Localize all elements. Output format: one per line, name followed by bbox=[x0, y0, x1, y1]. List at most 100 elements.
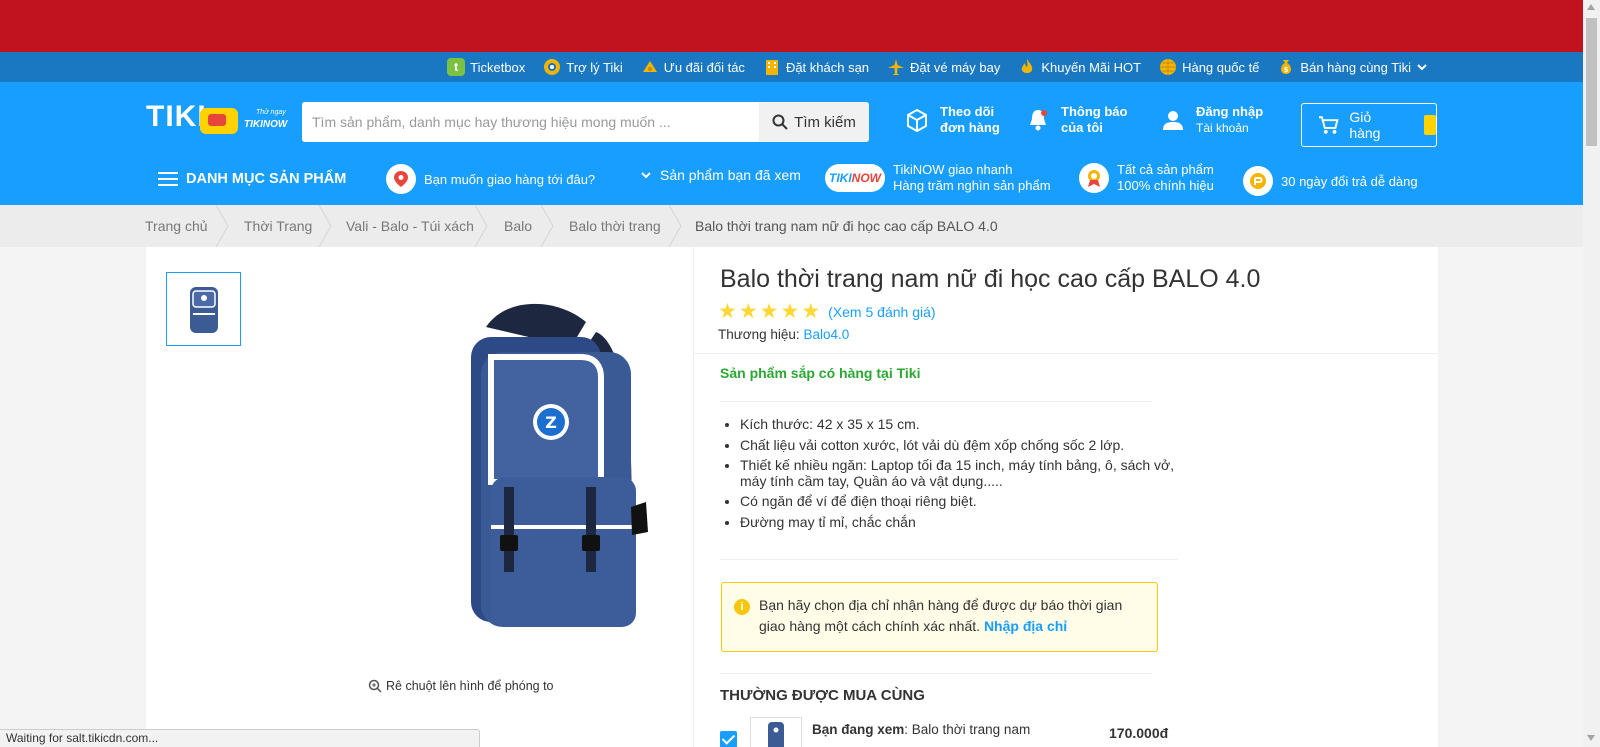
star-icon: ★ bbox=[738, 300, 758, 323]
top-link-assistant[interactable]: Trợ lý Tiki bbox=[543, 58, 623, 76]
tikinow-logo[interactable]: Thử ngay TIKINOW bbox=[200, 104, 290, 136]
top-link-label: Ưu đãi đối tác bbox=[663, 59, 745, 75]
return-policy-info[interactable]: 30 ngày đổi trả dễ dàng bbox=[1243, 166, 1418, 196]
login-line1: Đăng nhập bbox=[1196, 104, 1264, 119]
svg-text:$: $ bbox=[1284, 66, 1289, 74]
partner-offer-icon bbox=[641, 58, 659, 76]
airplane-icon bbox=[887, 58, 905, 76]
viewed-products-dropdown[interactable]: Sản phẩm bạn đã xem bbox=[640, 167, 801, 183]
ticketbox-icon: t bbox=[447, 58, 466, 76]
zoom-hint-text: Rê chuột lên hình để phóng to bbox=[386, 679, 554, 693]
divider bbox=[720, 673, 1152, 674]
tikinow-line2: Hàng trăm nghìn sản phẩm bbox=[893, 178, 1051, 193]
feature-item: Thiết kế nhiều ngăn: Laptop tối đa 15 in… bbox=[740, 457, 1185, 489]
genuine-info[interactable]: Tất cả sản phẩm 100% chính hiệu bbox=[1079, 162, 1214, 194]
feature-item: Kích thước: 42 x 35 x 15 cm. bbox=[740, 416, 1185, 433]
notify-line1: Thông báo bbox=[1061, 104, 1128, 119]
tikinow-badge-icon: TIKI NOW bbox=[825, 164, 885, 192]
location-pin-icon bbox=[386, 164, 416, 194]
notifications-link[interactable]: Thông báo của tôi bbox=[1025, 104, 1127, 136]
enter-address-link[interactable]: Nhập địa chỉ bbox=[984, 618, 1067, 634]
stock-status: Sản phẩm sắp có hàng tại Tiki bbox=[720, 365, 921, 381]
breadcrumb-separator bbox=[318, 205, 332, 247]
scroll-up-arrow-icon[interactable] bbox=[1587, 4, 1595, 10]
cart-button[interactable]: Giỏ hàng bbox=[1301, 103, 1437, 147]
top-link-label: Đặt khách sạn bbox=[785, 59, 870, 75]
star-icon: ★ bbox=[718, 300, 737, 323]
item-checkbox[interactable] bbox=[720, 731, 737, 747]
sub-navigation: DANH MỤC SẢN PHẨM Bạn muốn giao hàng tới… bbox=[0, 158, 1583, 205]
divider bbox=[693, 247, 694, 747]
star-icon: ★ bbox=[801, 300, 821, 323]
breadcrumb-item[interactable]: Thời Trang bbox=[244, 205, 312, 247]
zoom-icon bbox=[368, 679, 382, 693]
delivery-label: Bạn muốn giao hàng tới đâu? bbox=[424, 171, 596, 187]
top-link-label: Khuyến Mãi HOT bbox=[1041, 59, 1142, 75]
top-link-hotel[interactable]: Đặt khách sạn bbox=[763, 58, 869, 76]
breadcrumb-separator bbox=[668, 205, 682, 247]
product-thumbnail[interactable] bbox=[166, 272, 241, 346]
money-bag-icon: $ bbox=[1277, 58, 1295, 76]
reviews-link[interactable]: (Xem 5 đánh giá) bbox=[828, 304, 935, 320]
item-thumbnail[interactable] bbox=[750, 717, 802, 747]
cart-icon bbox=[1318, 116, 1339, 134]
brand-line: Thương hiệu: Balo4.0 bbox=[718, 327, 849, 342]
brand-link[interactable]: Balo4.0 bbox=[803, 327, 849, 342]
globe-icon bbox=[1159, 58, 1177, 76]
breadcrumb-item[interactable]: Vali - Balo - Túi xách bbox=[346, 205, 474, 247]
top-link-ticketbox[interactable]: t Ticketbox bbox=[447, 58, 525, 76]
breadcrumb-separator bbox=[215, 205, 229, 247]
login-line2: Tài khoản bbox=[1196, 121, 1249, 135]
breadcrumb-separator bbox=[474, 205, 488, 247]
item-description: Bạn đang xem: Balo thời trang nam bbox=[812, 722, 1030, 737]
feature-item: Đường may tỉ mỉ, chắc chắn bbox=[740, 514, 1185, 531]
info-icon: i bbox=[734, 599, 750, 615]
categories-menu[interactable]: DANH MỤC SẢN PHẨM bbox=[158, 168, 346, 190]
viewed-label: Sản phẩm bạn đã xem bbox=[660, 167, 801, 183]
chevron-down-icon bbox=[641, 172, 651, 179]
track-order-link[interactable]: Theo dõi đơn hàng bbox=[904, 104, 1000, 136]
search-button[interactable]: Tìm kiếm bbox=[759, 102, 869, 142]
zoom-hint: Rê chuột lên hình để phóng to bbox=[368, 679, 554, 693]
divider bbox=[694, 353, 1438, 354]
browser-status-bar: Waiting for salt.tikicdn.com... bbox=[0, 729, 480, 747]
cart-label: Giỏ hàng bbox=[1349, 109, 1381, 141]
breadcrumb-item[interactable]: Balo bbox=[504, 205, 532, 247]
notify-line2: của tôi bbox=[1061, 120, 1103, 135]
track-line1: Theo dõi bbox=[940, 104, 995, 119]
scroll-thumb[interactable] bbox=[1586, 18, 1597, 146]
item-name: : Balo thời trang nam bbox=[904, 722, 1031, 737]
genuine-line1: Tất cả sản phẩm bbox=[1117, 162, 1214, 177]
bought-together-title: THƯỜNG ĐƯỢC MUA CÙNG bbox=[720, 687, 925, 704]
top-link-international[interactable]: Hàng quốc tế bbox=[1159, 58, 1259, 76]
star-icon: ★ bbox=[759, 300, 779, 323]
track-line2: đơn hàng bbox=[940, 120, 1000, 135]
chevron-down-icon bbox=[1417, 64, 1427, 71]
cart-count-badge bbox=[1424, 115, 1436, 135]
top-link-flight[interactable]: Đặt vé máy bay bbox=[887, 58, 1000, 76]
search-input[interactable] bbox=[302, 102, 759, 142]
tiki-logo[interactable]: TIKI bbox=[146, 100, 207, 134]
login-link[interactable]: Đăng nhập Tài khoản bbox=[1160, 104, 1263, 136]
promo-banner[interactable] bbox=[0, 0, 1583, 52]
product-main-image[interactable]: Z bbox=[296, 277, 696, 667]
viewing-label: Bạn đang xem bbox=[812, 722, 905, 737]
breadcrumb-item[interactable]: Trang chủ bbox=[145, 205, 208, 247]
return-label: 30 ngày đổi trả dễ dàng bbox=[1281, 173, 1418, 189]
page-scrollbar[interactable] bbox=[1583, 0, 1600, 747]
tikinow-info[interactable]: TIKI NOW TikiNOW giao nhanh Hàng trăm nghì… bbox=[825, 162, 1051, 194]
scroll-down-arrow-icon[interactable] bbox=[1587, 735, 1595, 741]
package-icon bbox=[904, 107, 930, 133]
product-title: Balo thời trang nam nữ đi học cao cấp BA… bbox=[720, 265, 1261, 293]
search-button-label: Tìm kiếm bbox=[794, 113, 856, 131]
delivery-location-button[interactable]: Bạn muốn giao hàng tới đâu? bbox=[386, 164, 595, 194]
top-link-sell[interactable]: $ Bán hàng cùng Tiki bbox=[1277, 58, 1428, 76]
top-link-partner-offer[interactable]: Ưu đãi đối tác bbox=[641, 58, 745, 76]
breadcrumb-item[interactable]: Balo thời trang bbox=[569, 205, 661, 247]
return-box-icon bbox=[1243, 166, 1273, 196]
top-link-label: Ticketbox bbox=[470, 59, 526, 75]
top-link-hot-deals[interactable]: Khuyến Mãi HOT bbox=[1018, 58, 1141, 76]
feature-item: Có ngăn để ví để điện thoại riêng biệt. bbox=[740, 493, 1185, 510]
categories-label: DANH MỤC SẢN PHẨM bbox=[186, 171, 347, 187]
feature-list: Kích thước: 42 x 35 x 15 cm. Chất liệu v… bbox=[740, 416, 1185, 535]
